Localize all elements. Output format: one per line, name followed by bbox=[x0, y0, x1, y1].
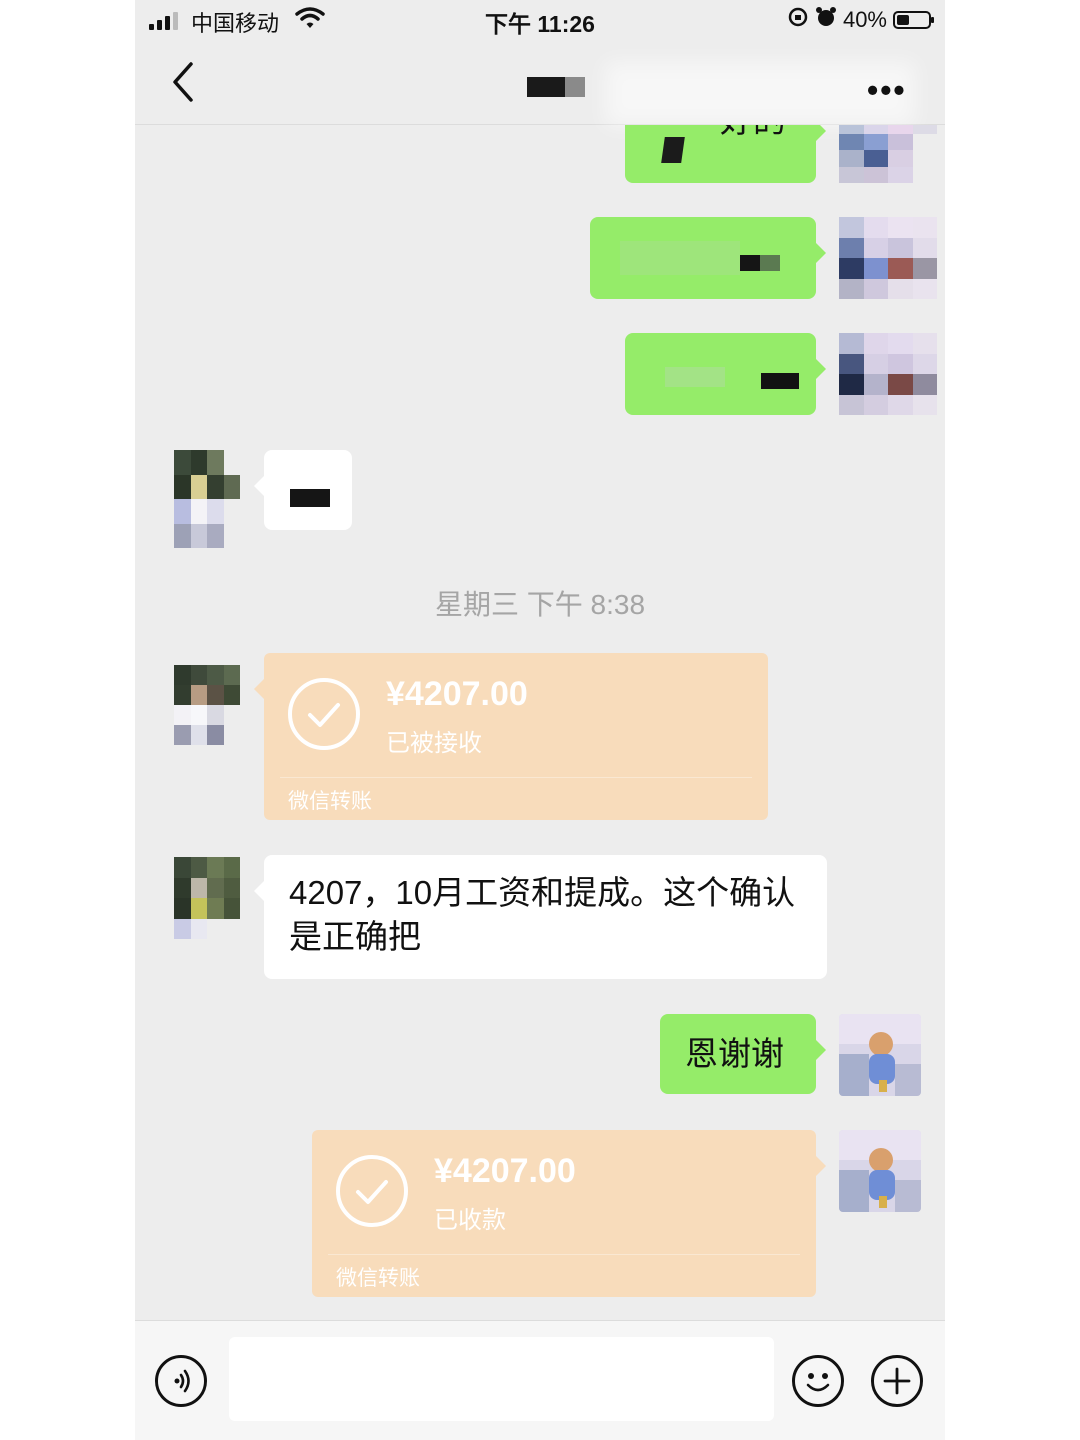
transfer-status: 已被接收 bbox=[386, 730, 482, 757]
sent-message-text: 好的 bbox=[720, 125, 786, 143]
carrier-label: 中国移动 bbox=[191, 11, 280, 36]
message-input[interactable] bbox=[229, 1337, 774, 1421]
transfer-amount: ¥4207.00 bbox=[386, 675, 528, 713]
mosaic-block bbox=[760, 255, 780, 271]
contact-avatar[interactable] bbox=[174, 665, 240, 745]
sent-message-text: 恩谢谢 bbox=[685, 1035, 784, 1072]
signal-icon bbox=[149, 10, 189, 30]
sent-message-bubble[interactable] bbox=[625, 333, 826, 415]
check-circle-icon bbox=[288, 678, 360, 750]
battery-fill bbox=[897, 15, 909, 25]
my-avatar[interactable] bbox=[839, 217, 937, 299]
transfer-status: 已收款 bbox=[434, 1207, 506, 1234]
received-message-text: 4207，10月工资和提成。这个确认是正确把 bbox=[289, 874, 796, 955]
sent-message-bubble[interactable] bbox=[590, 217, 826, 299]
wifi-icon bbox=[295, 6, 325, 36]
clock-time: 下午 11:26 bbox=[485, 11, 595, 37]
contact-name-mosaic bbox=[527, 77, 585, 97]
my-avatar[interactable] bbox=[839, 1130, 921, 1212]
contact-avatar[interactable] bbox=[174, 857, 240, 939]
mosaic-block bbox=[290, 489, 330, 507]
transfer-card-sent[interactable]: ¥4207.00 已收款 微信转账 bbox=[312, 1130, 826, 1297]
transfer-footer: 微信转账 bbox=[336, 1267, 420, 1290]
chat-header: ••• bbox=[135, 40, 945, 126]
mosaic-block bbox=[761, 373, 799, 389]
battery-percent: 40% bbox=[842, 7, 887, 32]
transfer-divider bbox=[280, 777, 752, 778]
chevron-left-icon[interactable] bbox=[165, 60, 205, 104]
sent-message-bubble[interactable]: 好的 bbox=[625, 125, 826, 183]
voice-icon[interactable] bbox=[155, 1355, 207, 1407]
received-message-bubble[interactable]: 4207，10月工资和提成。这个确认是正确把 bbox=[254, 855, 827, 979]
plus-icon[interactable] bbox=[871, 1355, 923, 1407]
mosaic-block bbox=[661, 137, 685, 163]
received-message-bubble[interactable] bbox=[254, 450, 352, 530]
mosaic-block bbox=[620, 241, 740, 275]
my-avatar[interactable] bbox=[839, 125, 937, 183]
battery-icon bbox=[893, 11, 934, 29]
emoji-icon[interactable] bbox=[792, 1355, 844, 1407]
alarm-icon bbox=[815, 6, 837, 34]
transfer-divider bbox=[328, 1254, 800, 1255]
status-right: 40% bbox=[787, 6, 934, 34]
check-circle-icon bbox=[336, 1155, 408, 1227]
message-list: 好的 bbox=[135, 125, 945, 1320]
transfer-amount: ¥4207.00 bbox=[434, 1152, 576, 1190]
status-bar: 中国移动 下午 11:26 40% bbox=[135, 0, 945, 40]
chat-screen: 中国移动 下午 11:26 40% ••• 星期三 下午 8:38 ¥4207.… bbox=[135, 0, 945, 1440]
sent-message-bubble[interactable]: 恩谢谢 bbox=[660, 1014, 826, 1094]
rotation-lock-icon bbox=[787, 6, 809, 34]
transfer-footer: 微信转账 bbox=[288, 790, 372, 813]
my-avatar[interactable] bbox=[839, 333, 937, 415]
message-timestamp: 星期三 下午 8:38 bbox=[434, 589, 646, 620]
contact-avatar[interactable] bbox=[174, 450, 240, 548]
mosaic-block bbox=[740, 255, 760, 271]
mosaic-block bbox=[665, 367, 725, 387]
ellipsis-icon[interactable]: ••• bbox=[867, 72, 907, 109]
input-bar bbox=[135, 1320, 945, 1440]
transfer-card-received[interactable]: ¥4207.00 已被接收 微信转账 bbox=[254, 653, 768, 820]
my-avatar[interactable] bbox=[839, 1014, 921, 1096]
